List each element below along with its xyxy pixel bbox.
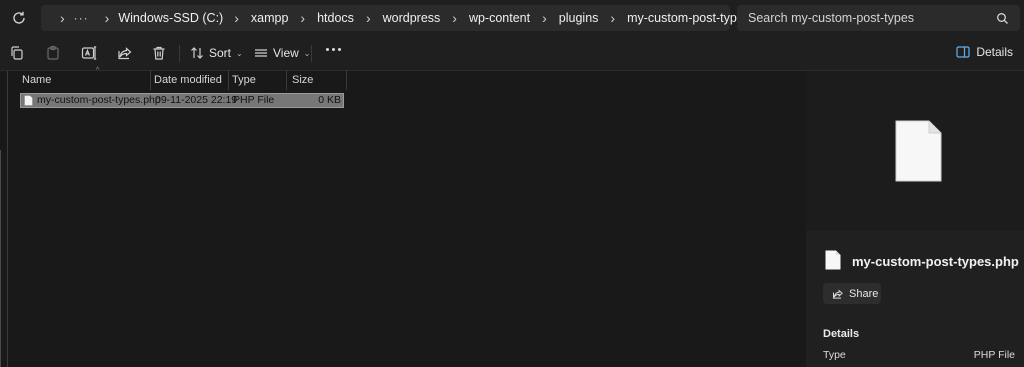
chevron-right-icon: › — [300, 10, 306, 26]
chevron-down-icon: ⌄ — [303, 48, 311, 58]
chevron-right-icon: › — [452, 10, 457, 26]
search-box[interactable]: Search my-custom-post-types — [737, 5, 1020, 31]
file-icon — [24, 95, 33, 106]
more-options-icon[interactable] — [326, 48, 341, 51]
share-icon — [833, 289, 843, 299]
column-divider[interactable] — [150, 70, 151, 90]
search-input[interactable]: Search my-custom-post-types — [748, 11, 996, 25]
breadcrumb-htdocs[interactable]: htdocs — [317, 11, 354, 25]
chevron-right-icon: › — [234, 10, 239, 26]
details-pane-icon — [956, 46, 970, 58]
view-button[interactable]: View ⌄ — [254, 45, 311, 61]
view-icon — [255, 49, 267, 57]
file-icon — [825, 250, 841, 270]
file-preview-icon — [895, 120, 942, 182]
chevron-right-icon: › — [610, 10, 616, 26]
file-date-modified: 09-11-2025 22:19 — [155, 94, 238, 106]
file-name: my-custom-post-types.php — [37, 94, 161, 106]
column-header-name[interactable]: Name — [22, 70, 150, 90]
breadcrumb-xampp[interactable]: xampp — [251, 11, 289, 25]
column-divider[interactable] — [228, 70, 229, 90]
file-type: PHP File — [233, 94, 275, 106]
breadcrumb-overflow[interactable]: ··· — [74, 11, 89, 25]
share-icon[interactable] — [117, 45, 133, 61]
column-header-size[interactable]: Size — [292, 70, 342, 90]
file-row[interactable]: my-custom-post-types.php 09-11-2025 22:1… — [20, 93, 344, 108]
refresh-icon[interactable] — [10, 9, 28, 27]
column-header-date-modified[interactable]: Date modified — [154, 70, 228, 90]
address-bar[interactable]: › ··· › Windows-SSD (C:) › xampp › htdoc… — [41, 5, 750, 31]
sort-label: Sort — [209, 46, 232, 60]
sort-button[interactable]: Sort ⌄ — [190, 45, 243, 61]
column-header-row: ^ Name Date modified Type Size — [17, 67, 347, 90]
column-divider[interactable] — [346, 70, 347, 90]
breadcrumb-wordpress[interactable]: wordpress — [383, 11, 441, 25]
details-pane-button[interactable]: Details — [956, 45, 1013, 59]
chevron-right-icon: › — [60, 10, 65, 26]
chevron-down-icon: ⌄ — [236, 48, 243, 58]
breadcrumb-wp-content[interactable]: wp-content — [469, 11, 530, 25]
details-file-name: my-custom-post-types.php — [852, 254, 1019, 269]
chevron-right-icon: › — [542, 10, 547, 26]
paste-icon[interactable] — [45, 45, 61, 61]
column-header-label: Type — [232, 74, 256, 86]
column-header-label: Size — [292, 74, 314, 86]
toolbar-separator — [179, 45, 180, 62]
breadcrumb-current-folder[interactable]: my-custom-post-types — [627, 11, 750, 25]
copy-icon[interactable] — [9, 45, 25, 61]
details-section-heading: Details — [823, 328, 860, 340]
column-header-type[interactable]: Type — [232, 70, 284, 90]
column-header-label: Name — [22, 74, 52, 86]
breadcrumb-plugins[interactable]: plugins — [559, 11, 599, 25]
file-size: 0 KB — [318, 94, 341, 106]
search-icon — [997, 12, 1008, 24]
chevron-right-icon: › — [365, 10, 371, 26]
share-label: Share — [849, 287, 879, 300]
delete-icon[interactable] — [151, 45, 167, 61]
nav-pane-edge — [0, 150, 1, 367]
title-address-bar: › ··· › Windows-SSD (C:) › xampp › htdoc… — [0, 0, 1024, 36]
column-divider[interactable] — [286, 70, 287, 90]
column-header-label: Date modified — [154, 74, 222, 86]
rename-icon[interactable] — [81, 45, 97, 61]
toolbar-separator — [311, 45, 312, 62]
details-label: Details — [976, 45, 1013, 59]
details-type-key: Type — [823, 349, 846, 361]
command-bar: Sort ⌄ View ⌄ Details — [0, 36, 1024, 71]
view-label: View — [273, 46, 299, 60]
chevron-right-icon: › — [104, 10, 110, 26]
sort-icon — [191, 47, 203, 59]
nav-pane-divider[interactable] — [7, 71, 8, 367]
share-button[interactable]: Share — [823, 283, 881, 304]
breadcrumb-drive[interactable]: Windows-SSD (C:) — [118, 11, 223, 25]
details-type-value: PHP File — [973, 349, 1015, 361]
